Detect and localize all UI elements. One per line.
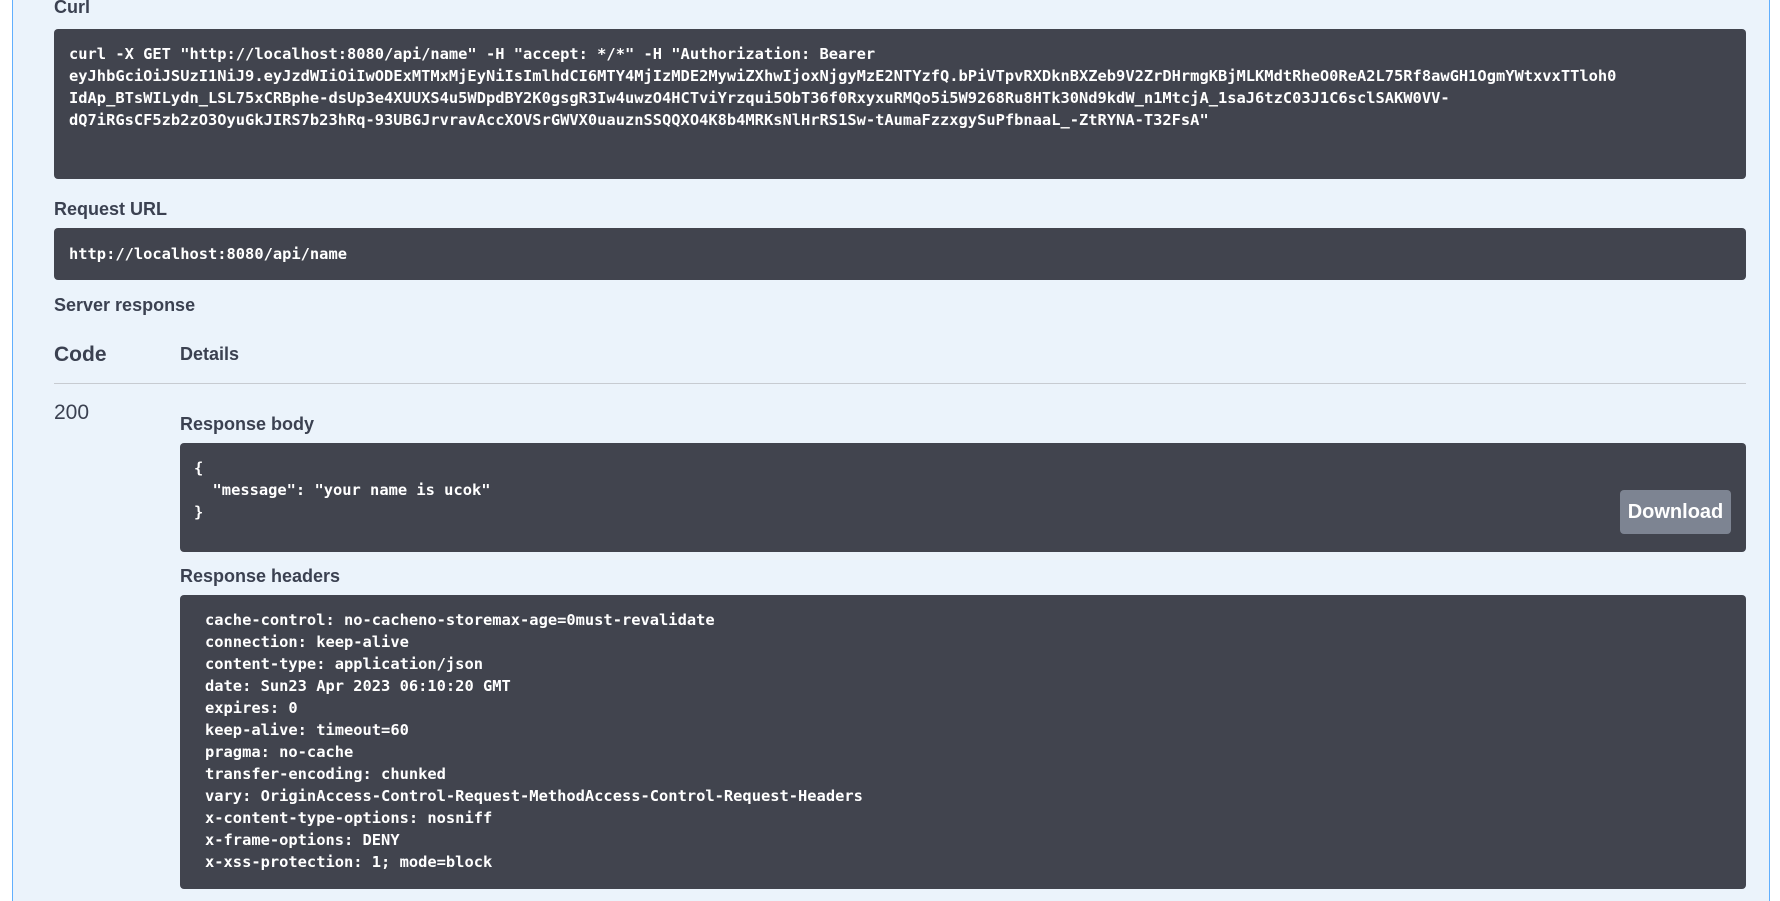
response-headers-label: Response headers (180, 566, 341, 586)
table-divider (54, 383, 1746, 384)
response-header-line: x-xss-protection: 1; mode=block (205, 853, 493, 871)
request-url-value: http://localhost:8080/api/name (69, 245, 347, 263)
response-header-line: content-type: application/json (205, 655, 483, 673)
response-header-line: connection: keep-alive (205, 633, 409, 651)
response-header-line: x-content-type-options: nosniff (205, 809, 493, 827)
response-header-line: keep-alive: timeout=60 (205, 721, 409, 739)
response-body-block[interactable]: { "message": "your name is ucok" } Downl… (180, 443, 1746, 552)
response-header-line: date: Sun23 Apr 2023 06:10:20 GMT (205, 677, 511, 695)
details-column-header: Details (180, 344, 240, 364)
response-body-line: "message": "your name is ucok" (194, 481, 491, 499)
response-body-line: { (194, 459, 204, 477)
code-column-header: Code (54, 343, 107, 366)
curl-line: IdAp_BTsWILydn_LSL75xCRBphe-dsUp3e4XUUXS… (69, 89, 1450, 107)
response-body-line: } (194, 503, 204, 521)
response-header-line: pragma: no-cache (205, 743, 354, 761)
response-header-line: cache-control: no-cacheno-storemax-age=0… (205, 611, 715, 629)
response-header-line: vary: OriginAccess-Control-Request-Metho… (205, 787, 863, 805)
response-headers-block[interactable]: cache-control: no-cacheno-storemax-age=0… (180, 595, 1746, 889)
curl-line: curl -X GET "http://localhost:8080/api/n… (69, 45, 876, 63)
curl-line: eyJhbGciOiJSUzI1NiJ9.eyJzdWIiOiIwODExMTM… (69, 67, 1617, 85)
response-header-line: expires: 0 (205, 699, 298, 717)
response-header-line: transfer-encoding: chunked (205, 765, 446, 783)
curl-command-block[interactable]: curl -X GET "http://localhost:8080/api/n… (54, 29, 1746, 179)
curl-label: Curl (54, 0, 90, 17)
server-response-label: Server response (54, 295, 196, 315)
curl-line: dQ7iRGsCF5zb2zO3OyuGkJIRS7b23hRq-93UBGJr… (69, 111, 1209, 129)
response-header-line: x-frame-options: DENY (205, 831, 400, 849)
request-url-label: Request URL (54, 199, 168, 219)
response-status-code: 200 (54, 401, 90, 424)
response-body-label: Response body (180, 414, 315, 434)
request-url-block[interactable]: http://localhost:8080/api/name (54, 228, 1746, 280)
response-panel: Curl curl -X GET "http://localhost:8080/… (12, 0, 1770, 901)
download-button[interactable]: Download (1620, 490, 1731, 534)
